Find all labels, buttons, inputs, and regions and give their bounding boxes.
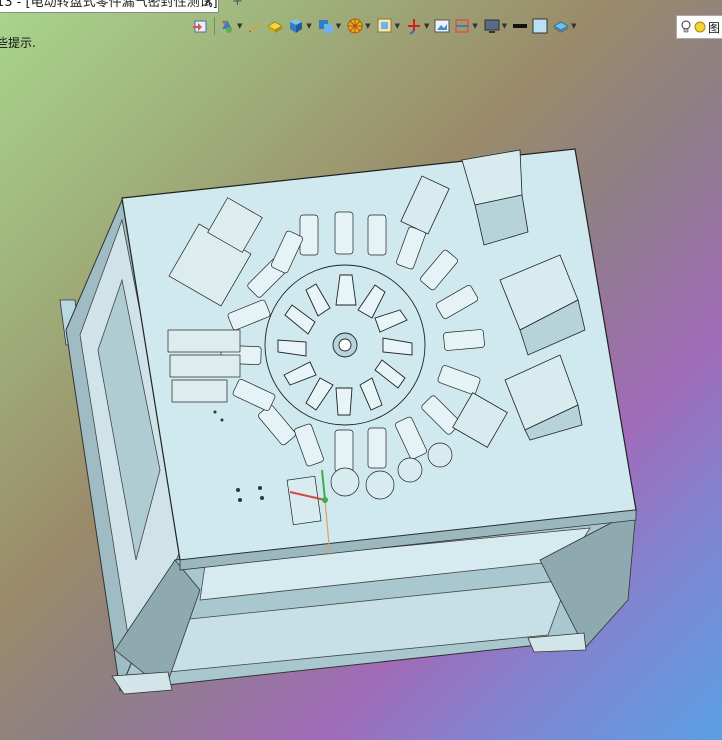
frame-foot [111,671,173,695]
rotary-dial [264,264,426,426]
cad-model-viewport[interactable] [0,0,722,740]
